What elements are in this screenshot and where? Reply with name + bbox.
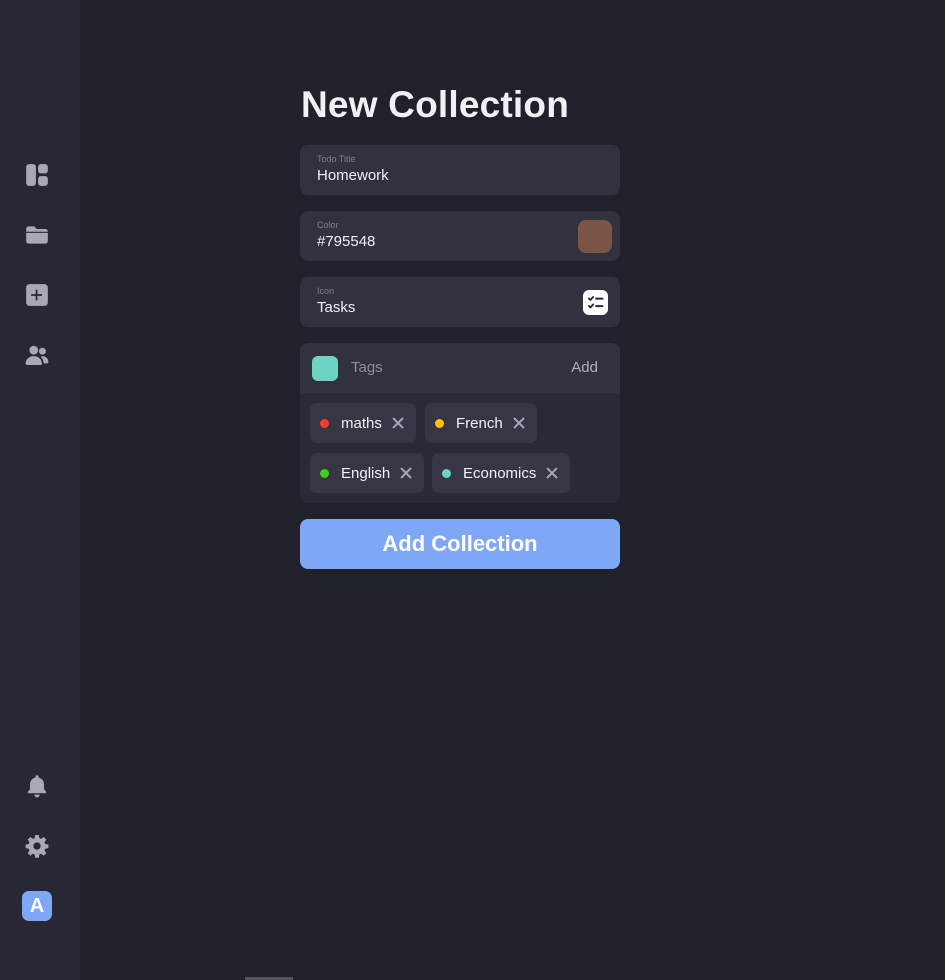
color-field[interactable]: Color #795548	[300, 211, 620, 261]
remove-tag-button[interactable]	[390, 415, 406, 431]
tag-label: maths	[341, 414, 382, 432]
remove-tag-button[interactable]	[398, 465, 414, 481]
tags-input[interactable]: Tags	[351, 359, 383, 376]
tag-label: English	[341, 464, 391, 482]
todo-title-input[interactable]: Homework	[317, 167, 557, 184]
tag-color-picker[interactable]	[312, 356, 338, 381]
add-collection-button[interactable]: Add Collection	[300, 519, 620, 569]
tag-label: Economics	[463, 464, 537, 482]
app-window: A New Collection Todo Title Homework Col…	[0, 0, 945, 980]
tag-color-dot	[320, 418, 329, 428]
tag-chip-maths: maths	[310, 403, 416, 443]
tags-header: Tags Add	[300, 343, 620, 393]
color-swatch-button[interactable]	[578, 220, 612, 253]
close-icon	[392, 417, 404, 429]
gear-icon	[25, 834, 49, 858]
add-square-icon	[26, 284, 48, 306]
todo-title-label: Todo Title	[317, 154, 356, 164]
settings-button[interactable]	[22, 831, 52, 861]
dashboard-button[interactable]	[22, 160, 52, 190]
users-icon	[25, 345, 49, 365]
avatar-letter: A	[29, 894, 45, 917]
icon-picker-button[interactable]	[583, 290, 608, 315]
tag-color-dot	[320, 468, 329, 478]
tag-color-dot	[435, 418, 444, 428]
dashboard-icon	[26, 164, 48, 186]
tasks-icon	[587, 295, 603, 308]
remove-tag-button[interactable]	[511, 415, 527, 431]
color-label: Color	[317, 220, 339, 230]
tag-chip-english: English	[310, 453, 425, 493]
collections-button[interactable]	[22, 220, 52, 250]
remove-tag-button[interactable]	[544, 465, 560, 481]
icon-field[interactable]: Icon Tasks	[300, 277, 620, 327]
tags-panel: Tags Add maths French English Economics	[300, 343, 620, 503]
add-collection-nav-button[interactable]	[22, 280, 52, 310]
tag-chip-economics: Economics	[432, 453, 571, 493]
notifications-button[interactable]	[22, 771, 52, 801]
page-title: New Collection	[301, 84, 569, 125]
add-tag-button[interactable]: Add	[571, 359, 598, 376]
users-button[interactable]	[22, 340, 52, 370]
close-icon	[400, 467, 412, 479]
tag-label: French	[456, 414, 503, 432]
close-icon	[546, 467, 559, 479]
color-input[interactable]: #795548	[317, 233, 557, 250]
icon-input[interactable]: Tasks	[317, 299, 557, 316]
tag-chip-french: French	[425, 403, 537, 443]
icon-label: Icon	[317, 286, 335, 296]
tag-color-dot	[442, 468, 451, 478]
todo-title-field[interactable]: Todo Title Homework	[300, 145, 620, 195]
folder-icon	[26, 226, 48, 244]
avatar[interactable]: A	[22, 891, 52, 921]
close-icon	[512, 417, 525, 429]
sidebar: A	[0, 0, 80, 980]
bell-icon	[27, 775, 47, 798]
